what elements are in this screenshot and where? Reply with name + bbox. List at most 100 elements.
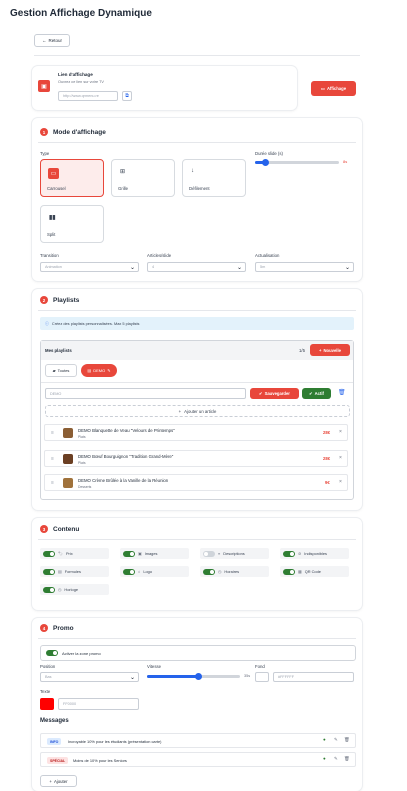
my-playlists-label: Mes playlists [45,348,72,353]
text-color-swatch[interactable] [40,698,54,710]
delete-playlist-icon[interactable]: 🗑 [338,389,346,396]
content-toggle-switch[interactable] [283,550,295,557]
promo-enable-row[interactable]: Activer la zone promo [40,645,356,661]
grid-icon: ⊞ [120,169,126,175]
message-badge: SPÉCIAL [47,757,69,764]
clock-icon: ◷ [218,569,222,574]
content-title: Contenu [53,525,80,533]
content-toggle-switch[interactable] [43,586,55,593]
mode-title: Mode d'affichage [53,128,106,136]
text-icon: ≡ [218,551,221,556]
content-toggle-switch[interactable] [43,550,55,557]
divider [38,539,356,540]
status-dot-icon: ● [323,756,326,761]
chevron-down-icon: ⌄ [129,265,135,271]
carousel-icon: ▭ [48,168,59,179]
item-thumbnail [63,478,73,488]
content-toggle-item[interactable]: ▤ Formules [40,566,109,577]
content-toggle-item[interactable]: ◷ Horloge [40,584,109,595]
content-toggle-switch[interactable] [203,568,215,575]
trash-icon[interactable]: 🗑 [344,737,350,743]
content-toggle-label: Images [144,551,158,556]
back-button[interactable]: ← Retour [34,34,70,47]
type-tile-split[interactable]: ▮▮ Split [40,205,104,243]
content-toggle-switch[interactable] [203,550,215,557]
edit-icon: ✎ [107,368,111,373]
tab-demo[interactable]: ▤ DEMO ✎ [81,364,117,377]
drag-handle-icon[interactable]: ≡ [51,480,54,486]
content-toggle-label: QR Code [304,569,321,574]
content-toggle-item[interactable]: ◷ Horaires [200,566,269,577]
type-tile-scroll[interactable]: ↓ Défilement [182,159,246,197]
page-title: Gestion Affichage Dynamique [10,8,152,19]
edit-icon[interactable]: ✎ [334,756,338,762]
content-toggle-item[interactable]: ▦ QR Code [280,566,349,577]
chevron-down-icon: ⌄ [236,265,242,271]
item-name: DEMO Crème Brûlée à la Vanille de la Réu… [78,478,169,483]
drag-handle-icon[interactable]: ≡ [51,456,54,462]
duration-slider-thumb[interactable] [262,159,269,166]
content-toggle-switch[interactable] [123,550,135,557]
drag-handle-icon[interactable]: ≡ [51,430,54,436]
item-category: Plats [78,435,86,439]
active-button[interactable]: ✔ Actif [302,388,331,399]
speed-slider-thumb[interactable] [195,673,202,680]
position-select[interactable]: Bas ⌄ [40,672,139,682]
bg-color-swatch[interactable] [255,672,269,682]
content-toggle-label: Prix [65,551,73,556]
duration-label: Durée slide (s) [255,151,283,156]
message-row[interactable]: INFO Incroyable 10% pour les étudiants (… [40,733,356,748]
display-button[interactable]: ▭ Affichage [311,81,356,96]
tab-all-label: Toutes [57,368,70,373]
content-toggle-item[interactable]: ▣ Images [120,548,189,559]
add-article-button[interactable]: + Ajouter un article [45,405,350,417]
content-toggle-switch[interactable] [123,568,135,575]
type-tile-grid[interactable]: ⊞ Grille [111,159,175,197]
promo-enable-label: Activer la zone promo [62,650,101,656]
duration-slider[interactable] [255,159,339,166]
copy-link-icon[interactable]: ⧉ [122,91,132,101]
content-toggle-switch[interactable] [283,568,295,575]
promo-enable-toggle[interactable] [46,650,58,656]
type-tile-carousel[interactable]: ▭ Carrousel [40,159,104,197]
remove-item-icon[interactable]: × [339,429,342,435]
monitor-icon: ▭ [320,86,325,91]
tab-all[interactable]: ▰ Toutes [45,364,77,377]
save-playlist-button[interactable]: ✔ Sauvegarder [250,388,299,399]
plus-icon: + [319,347,322,353]
playlist-item[interactable]: ≡ DEMO Crème Brûlée à la Vanille de la R… [44,474,348,491]
message-text: Incroyable 10% pour les étudiants (prése… [68,739,162,744]
playlists-info-text: Créez des playlists personnalisées. Max … [51,321,140,326]
articles-select[interactable]: 4 ⌄ [147,262,246,272]
display-link-card: ▣ Lien d'affichage Ouvrez ce lien sur vo… [32,66,297,110]
add-message-button[interactable]: + Ajouter [40,775,77,787]
remove-item-icon[interactable]: × [339,455,342,461]
step-number: 2 [40,296,48,304]
content-toggle-item[interactable]: 🏷 Prix [40,548,109,559]
refresh-select[interactable]: 5m ⌄ [255,262,354,272]
speed-label: Vitesse [147,664,162,669]
trash-icon[interactable]: 🗑 [344,756,350,762]
bg-color-field[interactable]: #FFFFFF [273,672,354,682]
playlist-name-field[interactable]: DEMO [45,388,246,399]
content-toggle-item[interactable]: ⌂ Logo [120,566,189,577]
transition-select[interactable]: Animation ⌄ [40,262,139,272]
type-tile-label: Grille [118,186,129,191]
display-url-field[interactable]: http://www.qrmenu.re [58,91,118,101]
speed-slider[interactable] [147,673,240,680]
playlists-title: Playlists [53,296,80,304]
divider [38,310,356,311]
display-button-label: Affichage [326,86,347,91]
playlist-item[interactable]: ≡ DEMO Bœuf Bourguignon "Tradition Grand… [44,450,348,467]
remove-item-icon[interactable]: × [339,479,342,485]
text-color-field[interactable]: FF0000 [58,698,139,710]
new-playlist-button[interactable]: + Nouvelle [310,344,350,356]
content-toggle-item[interactable]: ≡ Descriptions [200,548,269,559]
message-row[interactable]: SPÉCIAL Moins de 10% pour les Seniors ● … [40,752,356,767]
playlist-item[interactable]: ≡ DEMO Blanquette de Veau "Velours de Pr… [44,424,348,441]
content-toggle-switch[interactable] [43,568,55,575]
refresh-label: Actualisation [255,253,280,258]
content-toggle-item[interactable]: ⊘ Indisponibles [280,548,349,559]
formula-icon: ▤ [58,569,62,574]
edit-icon[interactable]: ✎ [334,737,338,743]
